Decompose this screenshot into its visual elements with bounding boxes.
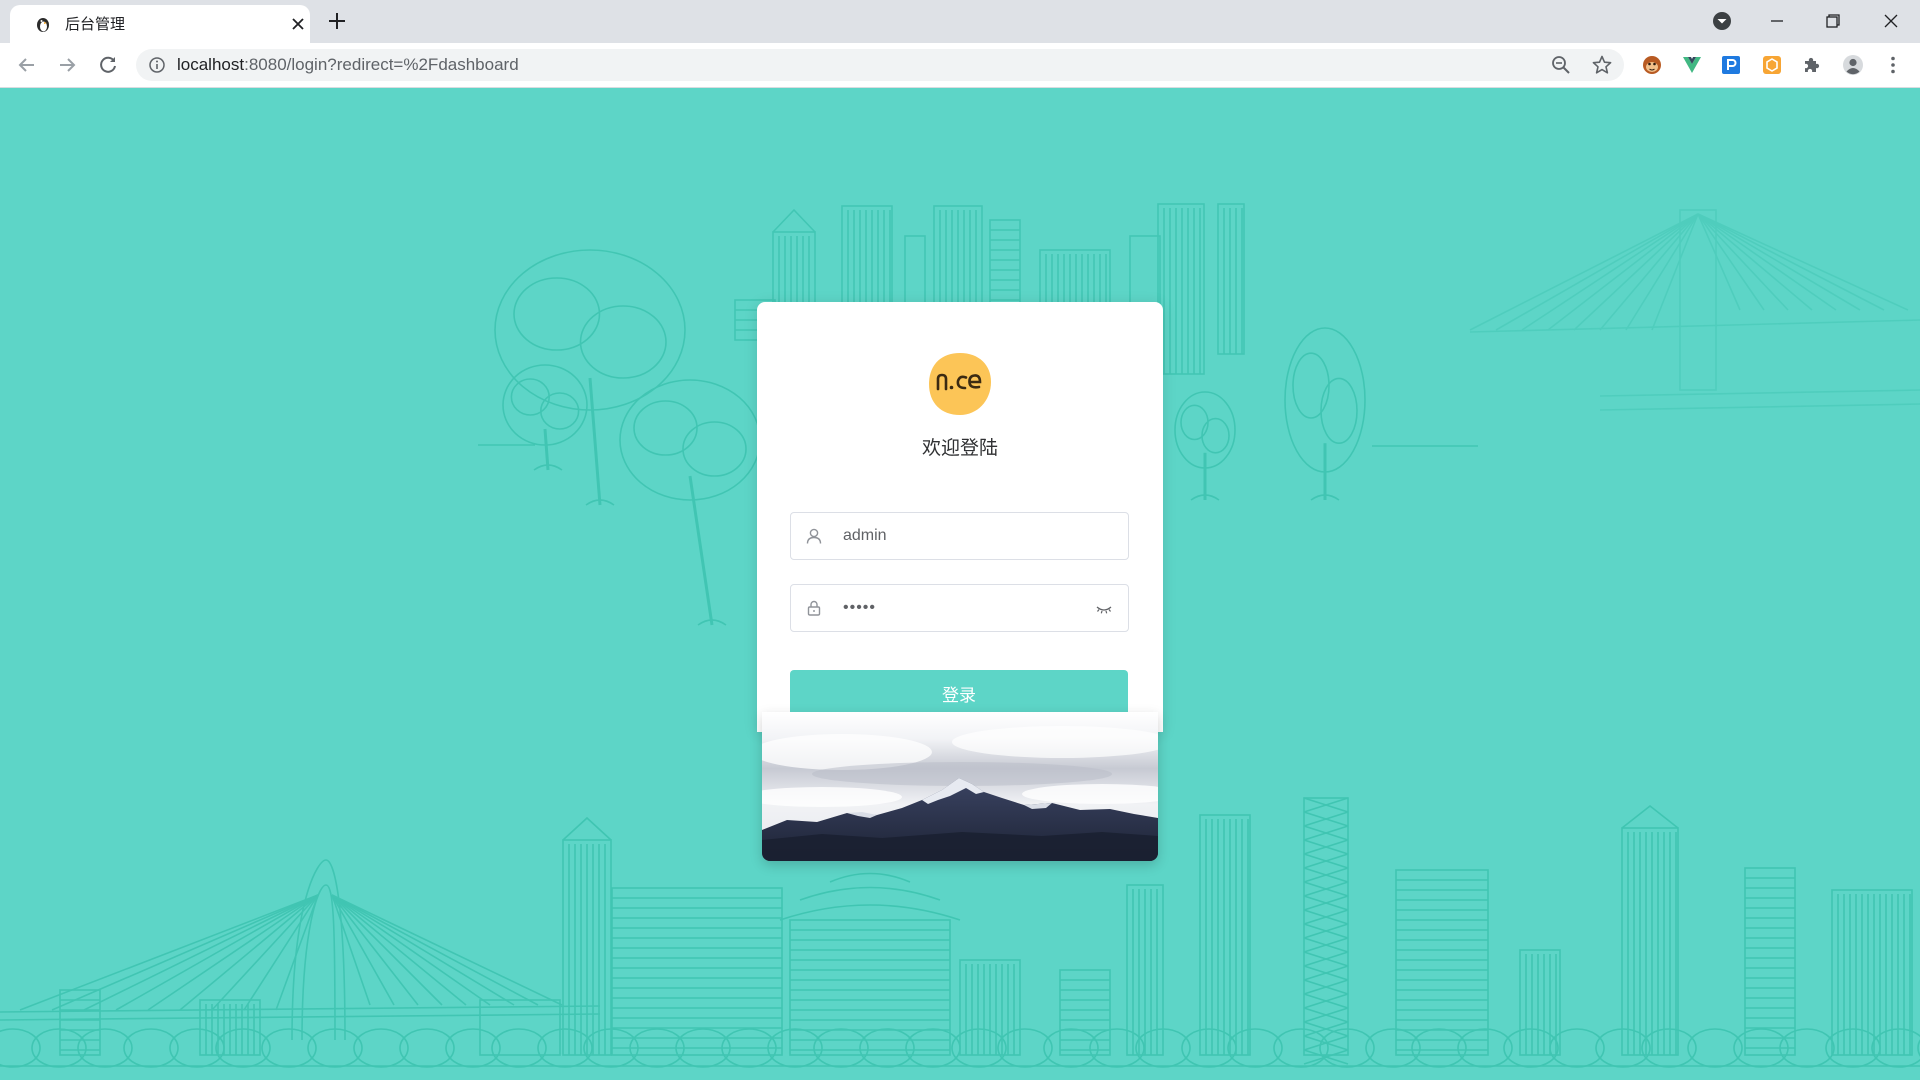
arrow-right-icon[interactable] [55,53,79,77]
browser-toolbar: localhost:8080/login?redirect=%2Fdashboa… [0,43,1920,88]
building-outline [1199,814,1251,1056]
building-outline [1157,203,1205,375]
mountain-banner-image [762,712,1158,861]
reload-icon[interactable] [96,53,120,77]
username-field [790,512,1129,560]
plus-icon[interactable] [326,10,348,32]
url-host: localhost [177,55,245,74]
puzzle-icon[interactable] [1801,54,1823,76]
building-outline [1621,804,1679,1056]
temple-roof-outline [779,872,961,921]
building-outline [1519,949,1561,1056]
p-extension-icon[interactable] [1720,54,1742,76]
tab-title: 后台管理 [65,15,126,33]
star-icon[interactable] [1591,54,1613,76]
eye-closed-icon[interactable] [1094,598,1114,618]
penguin-favicon-icon [37,18,49,32]
browser-tab[interactable]: 后台管理 [10,5,310,43]
close-icon[interactable] [288,14,308,34]
welcome-title: 欢迎登陆 [921,437,998,459]
address-bar[interactable]: localhost:8080/login?redirect=%2Fdashboa… [136,49,1624,81]
user-icon [806,528,822,544]
building-outline [959,959,1021,1056]
restore-icon[interactable] [1821,9,1845,33]
tree-outline [1174,391,1236,501]
window-close-icon[interactable] [1879,9,1903,33]
orange-extension-icon[interactable] [1761,54,1783,76]
username-input[interactable] [790,512,1129,560]
background-bridge-bottom-left [0,859,601,1041]
tree-outline [1284,327,1366,501]
url-path: :8080/login?redirect=%2Fdashboard [244,55,519,74]
building-outline [199,999,261,1056]
tab-strip: 后台管理 [0,0,1920,43]
background-bridge-top-right [1469,209,1920,411]
password-field [790,584,1129,632]
chevron-down-circle-icon[interactable] [1710,9,1734,33]
minimize-icon[interactable] [1765,9,1789,33]
building-outline [562,816,612,1056]
building-outline [1303,797,1349,1065]
building-outline [1744,867,1796,1056]
profile-avatar-icon[interactable] [1842,54,1864,76]
password-input[interactable] [790,584,1129,632]
building-outline [1217,203,1245,355]
shrub-outline [0,1028,41,1068]
login-card-panel: 欢迎登陆 登录 [757,302,1163,732]
login-button[interactable]: 登录 [790,670,1128,716]
mountain-landscape-image [762,712,1158,861]
tree-outline [619,379,761,626]
vue-devtools-icon[interactable] [1681,54,1703,76]
login-page: 欢迎登陆 登录 [0,88,1920,1080]
zoom-out-icon[interactable] [1550,54,1572,76]
building-outline [59,989,101,1056]
url-text[interactable]: localhost:8080/login?redirect=%2Fdashboa… [177,55,519,75]
kebab-menu-icon[interactable] [1882,54,1904,76]
building-outline [1059,969,1111,1056]
tree-outline [494,249,686,506]
nice-logo [929,353,991,415]
arrow-left-icon[interactable] [15,53,39,77]
monkey-extension-icon[interactable] [1641,54,1663,76]
info-icon[interactable] [148,56,166,74]
login-card: 欢迎登陆 登录 [757,302,1163,861]
building-outline [1395,869,1489,1056]
lock-icon [807,600,821,616]
